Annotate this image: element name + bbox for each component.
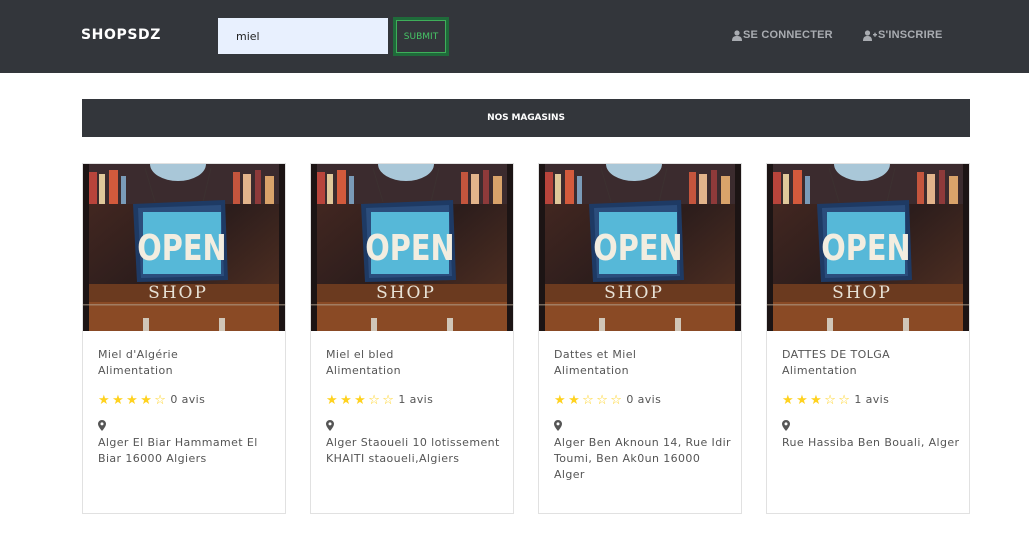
store-info: DATTES DE TOLGA Alimentation ★ ★ ★ ☆ ☆ 1 avi… xyxy=(782,347,962,451)
star-icon: ☆ xyxy=(596,392,609,408)
store-category: Alimentation xyxy=(782,364,858,377)
login-label: SE CONNECTER xyxy=(743,29,833,41)
store-address: Alger Staoueli 10 lotissement KHAITI sta… xyxy=(326,436,500,465)
store-image[interactable]: OPEN SHOP xyxy=(767,164,969,331)
map-marker-icon xyxy=(554,420,734,432)
store-rating: ★ ★ ★ ★ ☆ 0 avis xyxy=(98,392,278,408)
star-icon: ★ xyxy=(126,392,139,408)
star-icon: ☆ xyxy=(154,392,167,408)
sign-shop-text: SHOP xyxy=(604,283,664,303)
store-name[interactable]: Miel el bled xyxy=(326,347,506,363)
sign-open-text: OPEN xyxy=(593,227,682,269)
star-rating: ★ ★ ★ ☆ ☆ xyxy=(782,394,850,407)
star-icon: ★ xyxy=(340,392,353,408)
star-icon: ☆ xyxy=(368,392,381,408)
navbar: SHOPSDZ SUBMIT SE CONNECTER S'INSCRIRE xyxy=(0,0,1029,73)
search-input[interactable] xyxy=(218,18,388,54)
store-rating: ★ ★ ★ ☆ ☆ 1 avis xyxy=(782,392,962,408)
sign-open-text: OPEN xyxy=(821,227,910,269)
star-icon: ☆ xyxy=(382,392,395,408)
store-address: Alger El Biar Hammamet El Biar 16000 Alg… xyxy=(98,436,258,465)
store-image[interactable]: OPEN SHOP xyxy=(311,164,513,331)
star-icon: ☆ xyxy=(838,392,851,408)
star-icon: ☆ xyxy=(610,392,623,408)
store-info: Miel d'Algérie Alimentation ★ ★ ★ ★ ☆ 0 avis… xyxy=(98,347,278,467)
brand-logo[interactable]: SHOPSDZ xyxy=(81,27,161,43)
star-icon: ★ xyxy=(140,392,153,408)
store-category: Alimentation xyxy=(98,364,174,377)
user-plus-icon xyxy=(863,29,877,41)
store-card[interactable]: OPEN SHOP Miel el bled Alimentation ★ ★ ★ ☆… xyxy=(310,163,514,514)
submit-button[interactable]: SUBMIT xyxy=(393,17,449,56)
store-card[interactable]: OPEN SHOP Dattes et Miel Alimentation ★ ★… xyxy=(538,163,742,514)
star-icon: ★ xyxy=(782,392,795,408)
user-icon xyxy=(732,29,742,41)
store-category: Alimentation xyxy=(554,364,630,377)
store-category: Alimentation xyxy=(326,364,402,377)
review-count: 0 avis xyxy=(170,393,206,406)
store-image[interactable]: OPEN SHOP xyxy=(83,164,285,331)
star-rating: ★ ★ ★ ☆ ☆ xyxy=(326,394,394,407)
star-icon: ☆ xyxy=(582,392,595,408)
star-icon: ★ xyxy=(796,392,809,408)
star-icon: ★ xyxy=(98,392,111,408)
sign-shop-text: SHOP xyxy=(148,283,208,303)
review-count: 1 avis xyxy=(854,393,890,406)
star-icon: ★ xyxy=(112,392,125,408)
star-rating: ★ ★ ★ ★ ☆ xyxy=(98,394,166,407)
review-count: 1 avis xyxy=(398,393,434,406)
map-marker-icon xyxy=(326,420,506,432)
sign-open-text: OPEN xyxy=(365,227,454,269)
store-card[interactable]: OPEN SHOP DATTES DE TOLGA Alimentation ★… xyxy=(766,163,970,514)
sign-open-text: OPEN xyxy=(137,227,226,269)
store-card[interactable]: OPEN SHOP Miel d'Algérie Alimentation ★ ★… xyxy=(82,163,286,514)
store-rating: ★ ★ ☆ ☆ ☆ 0 avis xyxy=(554,392,734,408)
map-marker-icon xyxy=(98,420,278,432)
store-name[interactable]: DATTES DE TOLGA xyxy=(782,347,962,363)
store-address: Alger Ben Aknoun 14, Rue Idir Toumi, Ben… xyxy=(554,436,731,481)
review-count: 0 avis xyxy=(626,393,662,406)
star-icon: ★ xyxy=(354,392,367,408)
star-rating: ★ ★ ☆ ☆ ☆ xyxy=(554,394,622,407)
store-rating: ★ ★ ★ ☆ ☆ 1 avis xyxy=(326,392,506,408)
star-icon: ★ xyxy=(568,392,581,408)
login-link[interactable]: SE CONNECTER xyxy=(732,29,833,41)
section-title: NOS MAGASINS xyxy=(82,99,970,137)
sign-shop-text: SHOP xyxy=(376,283,436,303)
register-link[interactable]: S'INSCRIRE xyxy=(863,29,943,41)
register-label: S'INSCRIRE xyxy=(878,29,943,41)
store-image[interactable]: OPEN SHOP xyxy=(539,164,741,331)
star-icon: ★ xyxy=(326,392,339,408)
sign-shop-text: SHOP xyxy=(832,283,892,303)
star-icon: ★ xyxy=(554,392,567,408)
star-icon: ☆ xyxy=(824,392,837,408)
star-icon: ★ xyxy=(810,392,823,408)
store-name[interactable]: Dattes et Miel xyxy=(554,347,734,363)
map-marker-icon xyxy=(782,420,962,432)
store-info: Miel el bled Alimentation ★ ★ ★ ☆ ☆ 1 avis A… xyxy=(326,347,506,467)
store-name[interactable]: Miel d'Algérie xyxy=(98,347,278,363)
store-info: Dattes et Miel Alimentation ★ ★ ☆ ☆ ☆ 0 avis… xyxy=(554,347,734,483)
store-address: Rue Hassiba Ben Bouali, Alger xyxy=(782,436,960,449)
